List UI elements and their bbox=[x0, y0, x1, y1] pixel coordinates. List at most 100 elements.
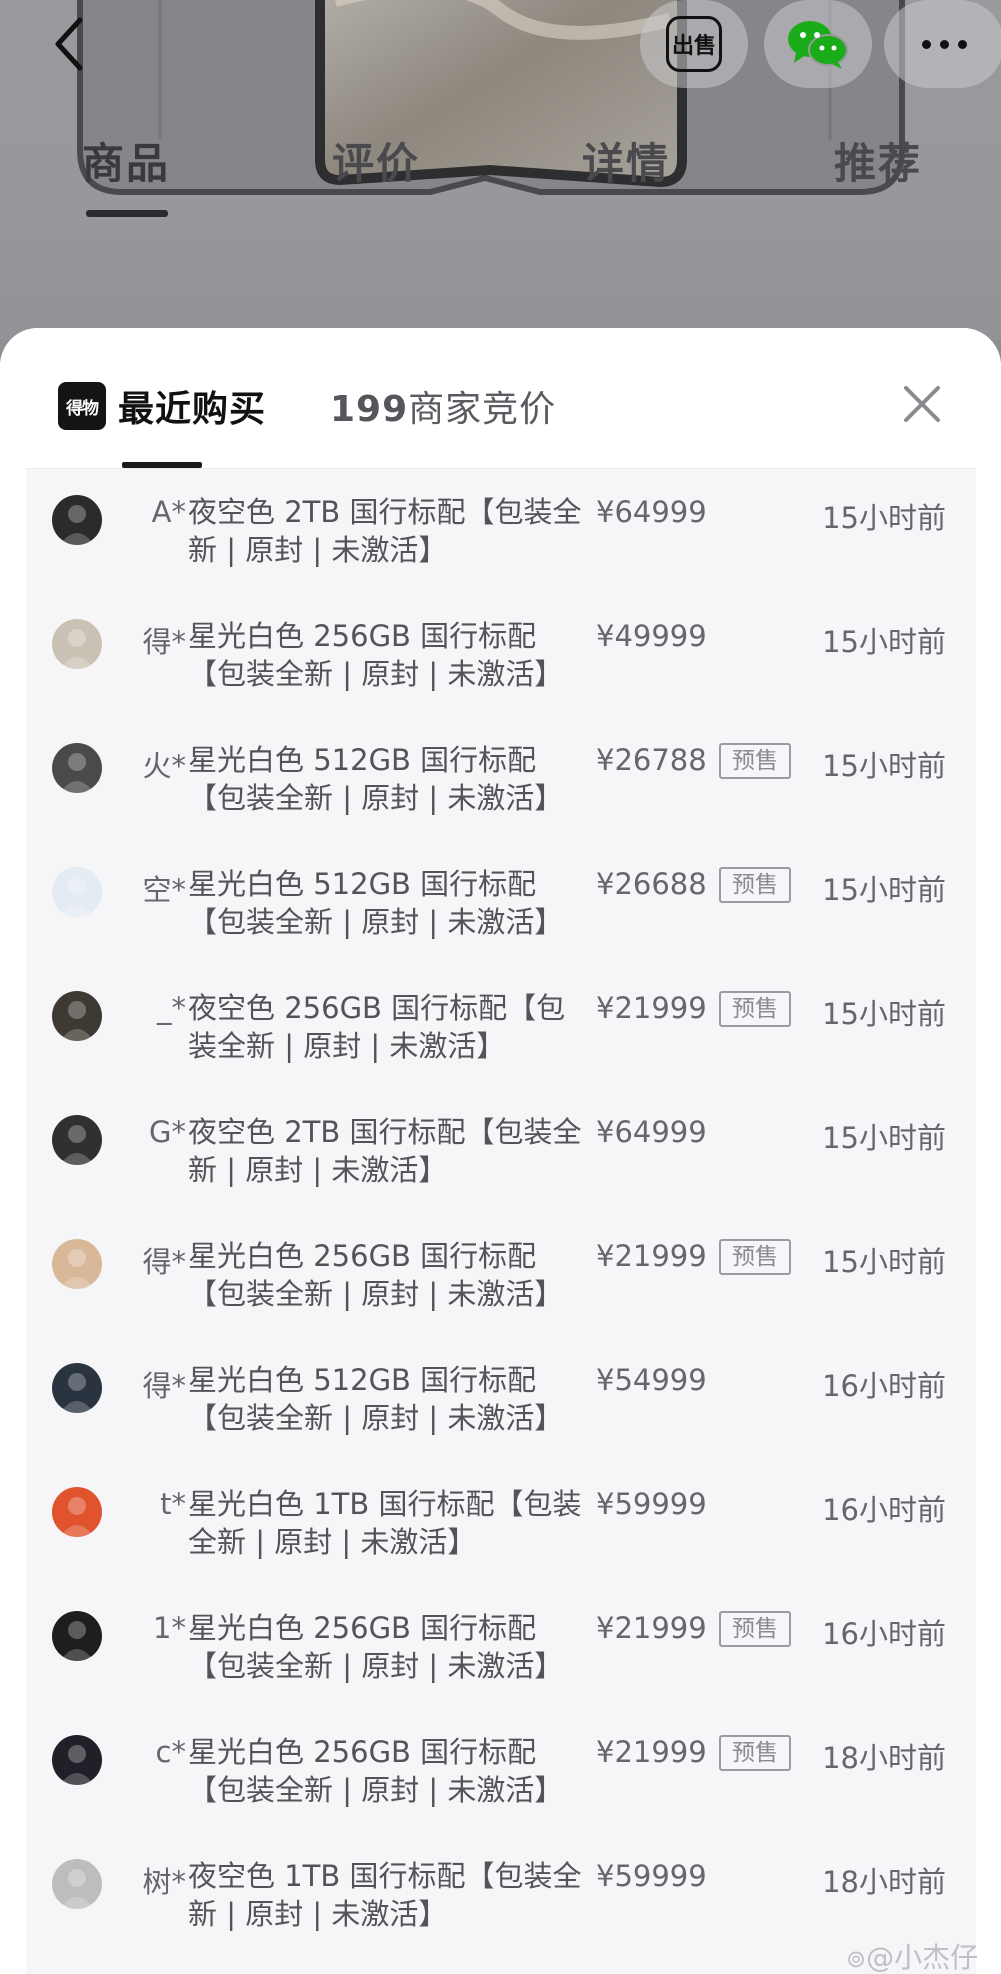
tab-details[interactable]: 详情 bbox=[582, 130, 670, 191]
purchase-price: ¥59999 bbox=[596, 1859, 707, 1893]
avatar bbox=[52, 1487, 102, 1537]
avatar bbox=[52, 1859, 102, 1909]
wechat-icon bbox=[788, 21, 848, 69]
avatar-silhouette-icon bbox=[60, 1125, 94, 1165]
recent-purchases-sheet: 得物 最近购买 199商家竞价 A* 夜空色 2TB 国行标配【包装全新 | 原封… bbox=[0, 328, 1001, 1974]
purchase-row[interactable]: G* 夜空色 2TB 国行标配【包装全新 | 原封 | 未激活】 ¥64999 15小… bbox=[26, 1089, 976, 1213]
purchase-row[interactable]: c* 星光白色 256GB 国行标配【包装全新 | 原封 | 未激活】 ¥21999… bbox=[26, 1709, 976, 1833]
avatar-silhouette-icon bbox=[60, 1497, 94, 1537]
tab-recent-purchases[interactable]: 最近购买 bbox=[118, 380, 266, 432]
purchase-row-content: c* 星光白色 256GB 国行标配【包装全新 | 原封 | 未激活】 ¥21999… bbox=[26, 1729, 976, 1819]
avatar bbox=[52, 619, 102, 669]
product-spec: 星光白色 256GB 国行标配【包装全新 | 原封 | 未激活】 bbox=[188, 1239, 564, 1311]
product-spec: 夜空色 1TB 国行标配【包装全新 | 原封 | 未激活】 bbox=[188, 1859, 582, 1931]
purchase-row[interactable]: 树* 夜空色 1TB 国行标配【包装全新 | 原封 | 未激活】 ¥59999 18小… bbox=[26, 1833, 976, 1957]
purchase-time: 18小时前 bbox=[822, 1741, 946, 1775]
purchase-time: 15小时前 bbox=[822, 501, 946, 535]
avatar-silhouette-icon bbox=[60, 1373, 94, 1413]
buyer-name: 树* bbox=[142, 1865, 186, 1899]
purchase-time: 15小时前 bbox=[822, 997, 946, 1031]
more-button[interactable] bbox=[884, 0, 1001, 88]
avatar bbox=[52, 743, 102, 793]
close-icon[interactable] bbox=[896, 378, 948, 430]
purchase-row[interactable]: 得* 星光白色 256GB 国行标配【包装全新 | 原封 | 未激活】 ¥21999… bbox=[26, 1213, 976, 1337]
avatar-silhouette-icon bbox=[60, 1745, 94, 1785]
purchase-price: ¥26688 bbox=[596, 867, 707, 901]
purchase-row[interactable]: _* 夜空色 256GB 国行标配【包装全新 | 原封 | 未激活】 ¥21999 预… bbox=[26, 965, 976, 1089]
avatar bbox=[52, 1611, 102, 1661]
product-spec: 夜空色 256GB 国行标配【包装全新 | 原封 | 未激活】 bbox=[188, 991, 566, 1063]
purchase-time: 16小时前 bbox=[822, 1493, 946, 1527]
avatar bbox=[52, 991, 102, 1041]
purchase-price: ¥21999 bbox=[596, 1611, 707, 1645]
tab-product-indicator bbox=[86, 210, 168, 217]
purchase-row-content: 空* 星光白色 512GB 国行标配【包装全新 | 原封 | 未激活】 ¥26688… bbox=[26, 861, 976, 951]
purchase-time: 18小时前 bbox=[822, 1865, 946, 1899]
buyer-name: G* bbox=[149, 1115, 186, 1149]
buyer-name: c* bbox=[155, 1735, 186, 1769]
purchase-row[interactable]: A* 夜空色 2TB 国行标配【包装全新 | 原封 | 未激活】 ¥64999 15小… bbox=[26, 469, 976, 593]
buyer-name: t* bbox=[160, 1487, 186, 1521]
presale-badge: 预售 bbox=[719, 991, 791, 1027]
share-wechat-button[interactable] bbox=[764, 0, 872, 88]
product-spec: 星光白色 512GB 国行标配【包装全新 | 原封 | 未激活】 bbox=[188, 1363, 564, 1435]
purchase-price: ¥21999 bbox=[596, 1239, 707, 1273]
watermark-text: @小杰仔 bbox=[866, 1941, 979, 1974]
tab-reviews[interactable]: 评价 bbox=[332, 130, 420, 191]
presale-badge: 预售 bbox=[719, 867, 791, 903]
purchase-time: 16小时前 bbox=[822, 1617, 946, 1651]
purchase-price: ¥64999 bbox=[596, 495, 707, 529]
avatar-silhouette-icon bbox=[60, 629, 94, 669]
dewu-logo-icon: 得物 bbox=[58, 382, 106, 430]
purchase-row[interactable]: 1* 星光白色 256GB 国行标配【包装全新 | 原封 | 未激活】 ¥21999… bbox=[26, 1585, 976, 1709]
avatar bbox=[52, 1735, 102, 1785]
purchase-row[interactable]: 得* 星光白色 512GB 国行标配【包装全新 | 原封 | 未激活】 ¥54999… bbox=[26, 1337, 976, 1461]
product-spec: 星光白色 512GB 国行标配【包装全新 | 原封 | 未激活】 bbox=[188, 867, 564, 939]
purchase-price: ¥26788 bbox=[596, 743, 707, 777]
back-arrow-icon[interactable] bbox=[50, 14, 90, 74]
purchase-row[interactable]: 得* 星光白色 256GB 国行标配【包装全新 | 原封 | 未激活】 ¥49999… bbox=[26, 593, 976, 717]
buyer-name: 得* bbox=[142, 625, 186, 659]
sheet-header: 得物 最近购买 199商家竞价 bbox=[0, 328, 1001, 468]
purchase-list-items: A* 夜空色 2TB 国行标配【包装全新 | 原封 | 未激活】 ¥64999 15小… bbox=[26, 469, 976, 1957]
buyer-name: 火* bbox=[142, 749, 186, 783]
avatar-silhouette-icon bbox=[60, 877, 94, 917]
purchase-row-content: 得* 星光白色 256GB 国行标配【包装全新 | 原封 | 未激活】 ¥21999… bbox=[26, 1233, 976, 1323]
avatar-silhouette-icon bbox=[60, 1001, 94, 1041]
buyer-name: 1* bbox=[153, 1611, 186, 1645]
purchase-time: 15小时前 bbox=[822, 749, 946, 783]
avatar bbox=[52, 1363, 102, 1413]
product-page-backdrop[interactable]: 出售 商品 评价 详情 推荐 bbox=[0, 0, 1001, 340]
buyer-name: 得* bbox=[142, 1245, 186, 1279]
purchase-row-content: 树* 夜空色 1TB 国行标配【包装全新 | 原封 | 未激活】 ¥59999 18小… bbox=[26, 1853, 976, 1943]
purchase-price: ¥21999 bbox=[596, 991, 707, 1025]
weibo-watermark: ⊚@小杰仔 bbox=[846, 1936, 978, 1974]
presale-badge: 预售 bbox=[719, 743, 791, 779]
purchase-price: ¥21999 bbox=[596, 1735, 707, 1769]
more-icon bbox=[921, 39, 967, 49]
purchase-price: ¥49999 bbox=[596, 619, 707, 653]
buyer-name: 空* bbox=[142, 873, 186, 907]
presale-badge: 预售 bbox=[719, 1239, 791, 1275]
product-spec: 星光白色 512GB 国行标配【包装全新 | 原封 | 未激活】 bbox=[188, 743, 564, 815]
buyer-name: _* bbox=[157, 991, 186, 1025]
sell-button[interactable]: 出售 bbox=[640, 0, 748, 88]
tab-product[interactable]: 商品 bbox=[82, 130, 170, 191]
purchase-row-content: A* 夜空色 2TB 国行标配【包装全新 | 原封 | 未激活】 ¥64999 15小… bbox=[26, 489, 976, 579]
buyer-name: A* bbox=[151, 495, 186, 529]
purchase-price: ¥59999 bbox=[596, 1487, 707, 1521]
product-spec: 夜空色 2TB 国行标配【包装全新 | 原封 | 未激活】 bbox=[188, 495, 582, 567]
purchase-list[interactable]: A* 夜空色 2TB 国行标配【包装全新 | 原封 | 未激活】 ¥64999 15小… bbox=[26, 468, 976, 1974]
buyer-name: 得* bbox=[142, 1369, 186, 1403]
purchase-row[interactable]: 火* 星光白色 512GB 国行标配【包装全新 | 原封 | 未激活】 ¥26788… bbox=[26, 717, 976, 841]
avatar bbox=[52, 1115, 102, 1165]
purchase-time: 15小时前 bbox=[822, 873, 946, 907]
tab-recommend[interactable]: 推荐 bbox=[834, 130, 922, 191]
avatar bbox=[52, 867, 102, 917]
purchase-row[interactable]: 空* 星光白色 512GB 国行标配【包装全新 | 原封 | 未激活】 ¥26688… bbox=[26, 841, 976, 965]
tab-merchant-bids[interactable]: 199商家竞价 bbox=[330, 380, 556, 432]
purchase-time: 15小时前 bbox=[822, 1121, 946, 1155]
purchase-row[interactable]: t* 星光白色 1TB 国行标配【包装全新 | 原封 | 未激活】 ¥59999 16… bbox=[26, 1461, 976, 1585]
product-spec: 夜空色 2TB 国行标配【包装全新 | 原封 | 未激活】 bbox=[188, 1115, 582, 1187]
product-spec: 星光白色 1TB 国行标配【包装全新 | 原封 | 未激活】 bbox=[188, 1487, 582, 1559]
